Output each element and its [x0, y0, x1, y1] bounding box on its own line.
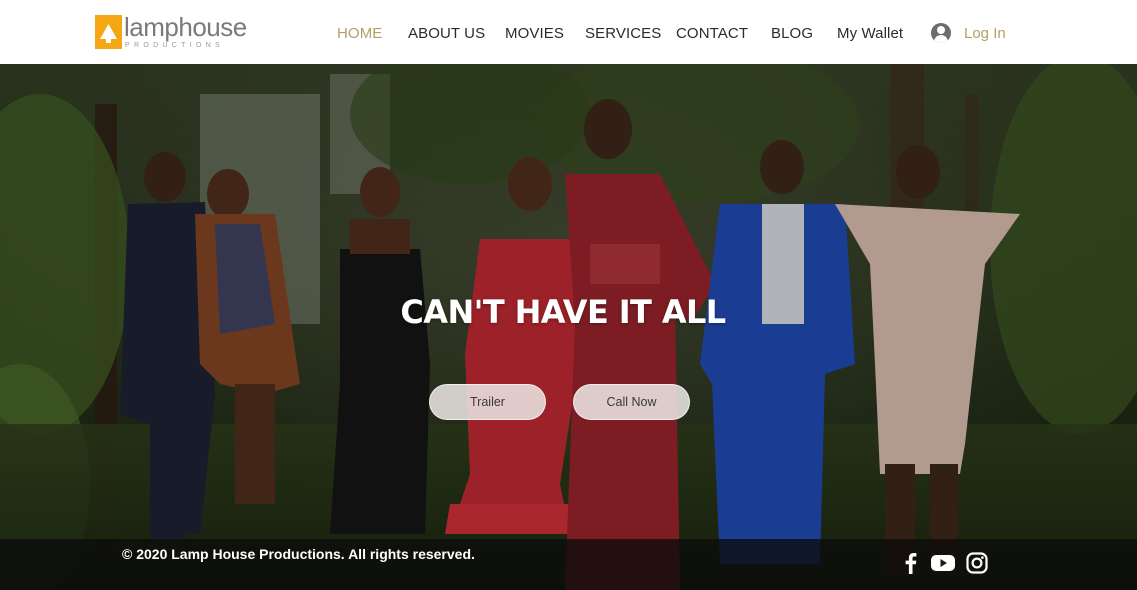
- login-label: Log In: [964, 25, 1006, 42]
- logo-wordmark: lamphouse: [124, 12, 247, 42]
- youtube-icon[interactable]: [930, 551, 956, 575]
- nav-movies[interactable]: MOVIES: [505, 25, 564, 43]
- lamp-glyph-icon: [100, 24, 117, 43]
- site-header: lamphouse PRODUCTIONS HOME ABOUT US MOVI…: [0, 0, 1137, 64]
- lamp-icon: [95, 15, 122, 49]
- call-now-button[interactable]: Call Now: [573, 384, 690, 420]
- hero-title: CAN'T HAVE IT ALL: [400, 293, 726, 331]
- nav-blog[interactable]: BLOG: [771, 25, 813, 43]
- user-avatar-icon: [931, 23, 951, 43]
- nav-my-wallet[interactable]: My Wallet: [837, 25, 903, 43]
- trailer-button[interactable]: Trailer: [429, 384, 546, 420]
- site-footer: © 2020 Lamp House Productions. All right…: [0, 539, 1137, 590]
- nav-home[interactable]: HOME: [337, 25, 382, 43]
- instagram-icon[interactable]: [965, 551, 989, 575]
- copyright-text: © 2020 Lamp House Productions. All right…: [122, 546, 475, 562]
- nav-about-us[interactable]: ABOUT US: [408, 25, 485, 43]
- nav-contact[interactable]: CONTACT: [676, 25, 748, 43]
- hero-banner: CAN'T HAVE IT ALL Trailer Call Now: [0, 64, 1137, 590]
- lamphouse-logo[interactable]: lamphouse PRODUCTIONS: [95, 12, 255, 54]
- nav-services[interactable]: SERVICES: [585, 25, 661, 43]
- facebook-icon[interactable]: [899, 551, 923, 575]
- logo-tagline: PRODUCTIONS: [125, 42, 225, 49]
